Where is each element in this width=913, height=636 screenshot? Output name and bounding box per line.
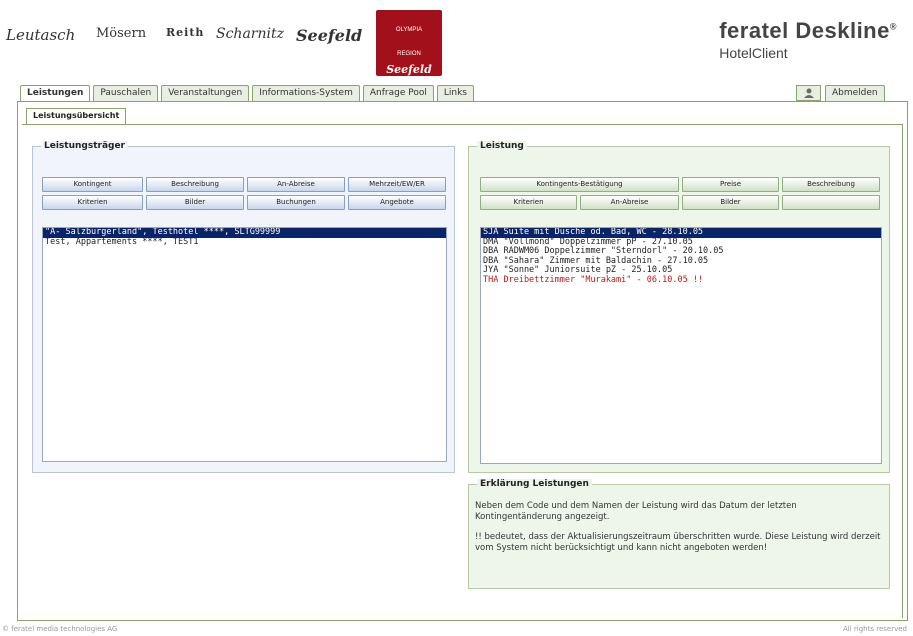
beschreibung-button[interactable]: Beschreibung (782, 177, 880, 192)
badge-line-1: OLYMPIA (395, 27, 423, 33)
panel-title: Leistung (477, 141, 527, 151)
panel-title: Leistungsträger (41, 141, 128, 151)
footer-rights: All rights reserved (843, 625, 907, 633)
tab-leistungsuebersicht[interactable]: Leistungsübersicht (26, 108, 127, 124)
tab-leistungen[interactable]: Leistungen (20, 85, 91, 102)
leistungstraeger-panel: Leistungsträger Kontingent Beschreibung … (32, 141, 455, 473)
info-text: Neben dem Code und dem Namen der Leistun… (475, 501, 883, 563)
erklaerung-panel: Erklärung Leistungen Neben dem Code und … (468, 479, 890, 589)
list-item[interactable]: THA Dreibettzimmer "Murakami" - 06.10.05… (481, 275, 881, 286)
header-actions: Abmelden (796, 85, 885, 101)
brand-title: feratel Deskline (719, 18, 890, 43)
kontingent-button[interactable]: Kontingent (42, 177, 143, 192)
brand: feratel Deskline® HotelClient (719, 18, 897, 61)
info-paragraph: Neben dem Code und dem Namen der Leistun… (475, 501, 797, 522)
info-paragraph: !! bedeutet, dass der Aktualisierungszei… (475, 532, 881, 553)
panel-title: Erklärung Leistungen (477, 479, 592, 489)
logo-moesern: Mösern (96, 26, 147, 41)
badge-line-3: Seefeld (386, 63, 432, 76)
kontingents-bestaetigung-button[interactable]: Kontingents-Bestätigung (480, 177, 679, 192)
logo-leutasch: Leutasch (6, 26, 76, 44)
tab-informations-system[interactable]: Informations-System (252, 85, 360, 101)
list-item[interactable]: Test, Appartements ****, TEST1 (43, 237, 446, 248)
logout-button[interactable]: Abmelden (825, 85, 885, 101)
user-icon (803, 88, 814, 98)
tab-links[interactable]: Links (436, 85, 474, 101)
main-tabs: Leistungen Pauschalen Veranstaltungen In… (20, 85, 477, 102)
leistungstraeger-list[interactable]: "A- Salzburgerland", Testhotel ****, SLT… (42, 227, 447, 462)
logo-reith: Reith (166, 26, 205, 39)
mehrzeit-button[interactable]: Mehrzeit/EW/ER (348, 177, 446, 192)
buchungen-button[interactable]: Buchungen (247, 195, 345, 210)
brand-subtitle: HotelClient (719, 45, 788, 61)
logo-seefeld: Seefeld (296, 26, 363, 45)
an-abreise-button[interactable]: An-Abreise (247, 177, 345, 192)
badge-line-2: REGION (397, 51, 421, 57)
angebote-button[interactable]: Angebote (348, 195, 446, 210)
brand-mark: ® (889, 21, 897, 32)
logo-scharnitz: Scharnitz (216, 26, 284, 42)
user-icon-button[interactable] (796, 85, 821, 101)
kriterien-button[interactable]: Kriterien (42, 195, 143, 210)
bilder-button[interactable]: Bilder (682, 195, 779, 210)
header: Leutasch Mösern Reith Scharnitz Seefeld … (0, 0, 913, 84)
leistung-list[interactable]: SJA Suite mit Dusche od. Bad, WC - 28.10… (480, 227, 882, 464)
olympia-region-logo: OLYMPIA REGION Seefeld (376, 10, 442, 76)
an-abreise-button[interactable]: An-Abreise (580, 195, 679, 210)
tab-anfrage-pool[interactable]: Anfrage Pool (362, 85, 434, 101)
footer-copyright: © feratel media technologies AG (2, 625, 118, 633)
preise-button[interactable]: Preise (682, 177, 779, 192)
tab-pauschalen[interactable]: Pauschalen (93, 85, 159, 101)
empty-button[interactable] (782, 195, 880, 210)
kriterien-button[interactable]: Kriterien (480, 195, 577, 210)
bilder-button[interactable]: Bilder (146, 195, 244, 210)
leistung-panel: Leistung Kontingents-Bestätigung Preise … (468, 141, 890, 473)
beschreibung-button[interactable]: Beschreibung (146, 177, 244, 192)
tab-veranstaltungen[interactable]: Veranstaltungen (161, 85, 250, 101)
